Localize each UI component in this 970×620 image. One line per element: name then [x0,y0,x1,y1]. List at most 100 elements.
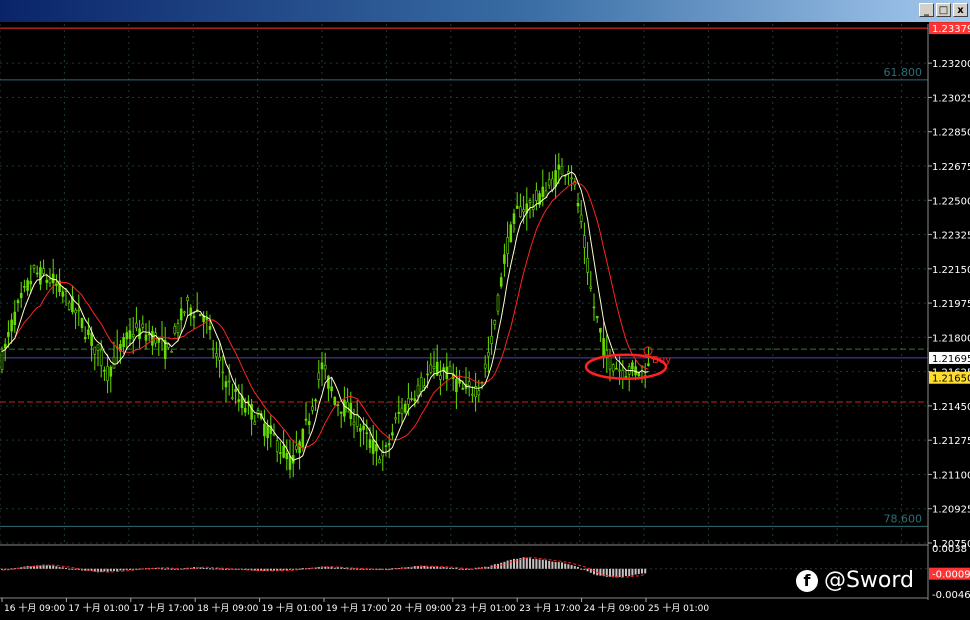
candle-body [218,356,221,361]
candle-body [384,445,388,447]
macd-histogram-bar [631,568,634,576]
watermark: f @Sword [795,568,914,593]
macd-histogram-bar [423,565,426,569]
candle-body [391,432,394,436]
macd-histogram-bar [426,566,429,569]
time-tick-label: 19 十月 17:00 [326,602,387,614]
macd-histogram-bar [625,568,627,576]
macd-histogram-bar [567,564,570,569]
candle-body [231,397,234,400]
price-tick-label: 1.22675 [932,162,970,173]
candle-body [499,277,503,287]
macd-histogram-bar [109,568,112,572]
macd-histogram-bar [583,568,586,570]
candle-body [304,418,308,421]
candle-body [7,332,10,337]
candle-body [586,257,589,273]
candle-body [23,285,26,288]
candle-body [487,352,490,357]
candle-body [301,429,305,448]
macd-histogram-bar [346,568,349,570]
candle-body [560,165,564,175]
candle-body [426,373,429,376]
price-chart[interactable]: 61.800 78.600 Buy 1.23200 1.23025 1.22850 1.… [0,0,970,620]
macd-histogram-bar [429,566,432,569]
price-tick-label: 1.21450 [932,402,970,413]
candle-body [602,338,605,357]
candle-body [615,367,618,370]
candle-body [35,272,39,275]
candle-body [423,385,426,388]
candle-body [496,294,500,312]
candle-body [595,315,599,319]
candle-body [39,267,42,285]
macd-histogram-bar [561,562,563,569]
candle-body [266,425,269,439]
candle-body [205,318,209,320]
time-tick-label: 19 十月 01:00 [262,602,323,614]
macd-histogram-bar [122,568,125,571]
macd-histogram-bar [599,568,602,576]
macd-histogram-bar [618,568,621,578]
candle-body [611,364,615,372]
candle-body [208,326,212,330]
candle-body [528,200,532,204]
macd-histogram-bar [215,568,218,570]
macd-tick-label: -0.0046 [932,590,970,601]
candle-body [419,376,423,393]
candle-body [355,414,359,427]
macd-histogram-bar [349,568,352,570]
candle-body [96,344,100,351]
macd-histogram-bar [541,559,544,569]
candle-body [576,202,580,207]
macd-histogram-bar [525,557,528,569]
candle-body [327,375,330,389]
candle-body [407,398,410,405]
candle-body [227,380,231,383]
candle-body [416,384,420,397]
macd-histogram-bar [173,568,176,570]
macd-histogram-bar [637,568,640,575]
macd-histogram-bar [535,559,538,569]
candle-body [224,381,228,388]
candle-body [131,334,135,337]
macd-histogram-bar [445,567,448,569]
candle-body [243,407,247,413]
candle-body [272,433,276,436]
macd-histogram-bar [586,568,589,572]
candle-body [211,348,215,351]
candle-body [429,364,433,373]
macd-histogram-bar [570,565,573,569]
macd-histogram-bar [449,567,451,569]
macd-histogram-bar [218,568,221,570]
macd-histogram-bar [253,568,256,571]
candle-body [109,366,113,377]
candle-body [112,356,116,369]
macd-histogram-bar [503,561,506,569]
time-tick-label: 25 十月 01:00 [648,602,709,614]
candle-body [314,399,317,402]
candle-body [368,439,372,448]
macd-histogram-bar [209,568,211,570]
candle-body [557,164,561,170]
macd-histogram-bar [442,567,445,569]
macd-histogram-bar [52,565,55,569]
macd-histogram-bar [439,567,442,569]
time-tick-label: 17 十月 17:00 [133,602,194,614]
candle-body [99,349,103,366]
macd-histogram-bar [202,567,205,569]
price-tick-label: 1.21100 [932,470,970,481]
candle-body [592,306,596,309]
macd-histogram-bar [509,559,512,569]
macd-histogram-bar [333,567,336,569]
candle-body [483,363,487,369]
candle-body [16,300,20,304]
candle-body [583,235,586,248]
macd-histogram-bar [644,568,647,574]
macd-histogram-bar [161,568,163,570]
candle-body [51,273,55,284]
candle-body [333,396,337,405]
candle-body [45,279,49,283]
candle-body [554,170,557,187]
candle-body [87,329,90,336]
